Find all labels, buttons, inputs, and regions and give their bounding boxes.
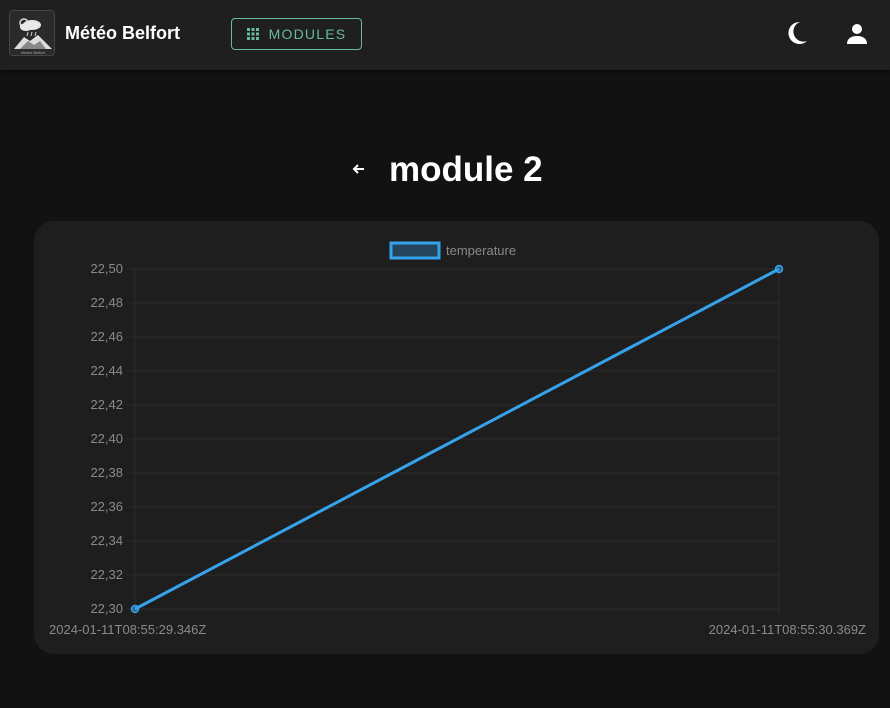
temperature-chart: 22,50 22,48 22,46 22,44 22,42 22,40 22,38 22,36… (49, 241, 866, 637)
modules-button[interactable]: MODULES (231, 18, 362, 50)
y-tick-label: 22,34 (90, 533, 123, 548)
moon-icon[interactable] (786, 21, 808, 45)
y-tick-label: 22,32 (90, 567, 123, 582)
y-tick-label: 22,46 (90, 329, 123, 344)
app-title: Météo Belfort (65, 23, 181, 43)
y-tick-label: 22,48 (90, 295, 123, 310)
user-icon[interactable] (845, 22, 869, 46)
data-point[interactable] (130, 604, 140, 614)
modules-label: MODULES (268, 26, 347, 42)
x-tick-label: 2024-01-11T08:55:29.346Z (49, 622, 206, 637)
logo-image: Météo Belfort (10, 11, 54, 55)
arrow-left-icon[interactable] (350, 161, 366, 177)
y-tick-label: 22,44 (90, 363, 123, 378)
y-tick-label: 22,38 (90, 465, 123, 480)
chart-card: 22,50 22,48 22,46 22,44 22,42 22,40 22,38 22,36… (34, 221, 879, 654)
y-tick-label: 22,30 (90, 601, 123, 616)
y-tick-label: 22,36 (90, 499, 123, 514)
data-point[interactable] (774, 264, 784, 274)
page-header: module 2 (0, 148, 890, 194)
legend-swatch[interactable] (389, 241, 441, 260)
page-title: module 2 (389, 150, 543, 189)
legend-label[interactable]: temperature (446, 243, 516, 258)
app-bar: Météo Belfort Météo Belfort MODULES (0, 0, 890, 70)
grid-icon (246, 28, 259, 40)
x-tick-label: 2024-01-11T08:55:30.369Z (709, 622, 866, 637)
y-tick-label: 22,42 (90, 397, 123, 412)
y-tick-label: 22,50 (90, 261, 123, 276)
y-tick-label: 22,40 (90, 431, 123, 446)
svg-text:Météo Belfort: Météo Belfort (21, 50, 46, 55)
logo[interactable]: Météo Belfort (9, 10, 55, 56)
